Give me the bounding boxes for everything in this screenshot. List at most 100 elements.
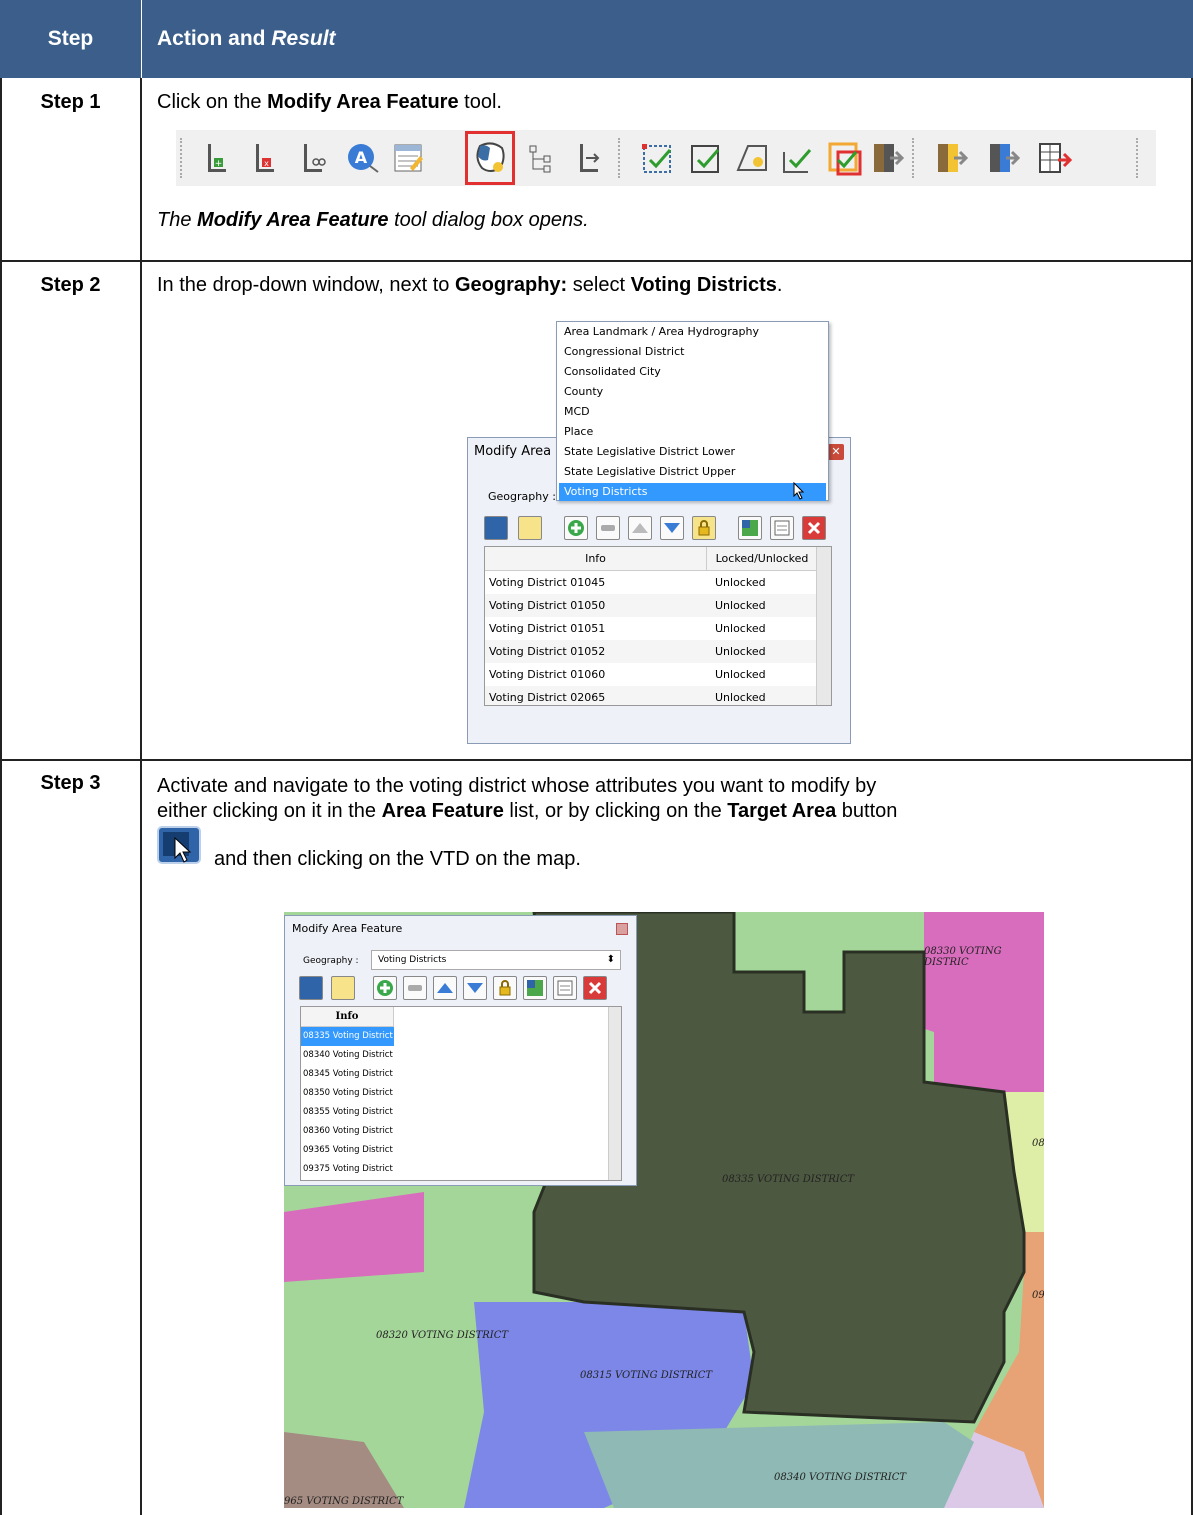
district-label: 08330 VOTING DISTRIC [924,946,1002,968]
node-icon[interactable] [570,138,610,178]
row-status: Unlocked [715,599,766,612]
dropdown-option[interactable]: Congressional District [564,342,684,362]
editing-toolbar: + x A [176,130,1156,186]
validate-2-icon[interactable] [686,138,726,178]
add-line-icon[interactable]: + [200,138,240,178]
target-area-button[interactable] [299,976,323,1000]
step-1-result: The Modify Area Feature tool dialog box … [157,209,589,231]
step-3-line-1: Activate and navigate to the voting dist… [157,775,877,797]
add-button[interactable] [373,976,397,1000]
geography-label: Geography : [488,490,556,503]
dropdown-option[interactable]: Place [564,422,593,442]
table-row[interactable]: Voting District 01045 Unlocked [485,571,817,594]
district-label: 08315 VOTING DISTRICT [580,1370,713,1381]
list-item[interactable]: 08355 Voting District [301,1103,394,1122]
info-header[interactable]: Info [301,1007,394,1027]
list-item[interactable]: 08345 Voting District [301,1065,394,1084]
step-2-label: Step 2 [40,274,101,296]
target-area-icon [157,826,201,864]
step-3-line-3: and then clicking on the VTD on the map. [214,848,581,870]
move-up-button[interactable] [433,976,457,1000]
geography-label: Geography : [303,956,359,966]
table-export-icon[interactable] [1034,138,1074,178]
export-icon[interactable] [932,138,972,178]
attributes-button[interactable] [770,516,794,540]
move-up-button[interactable] [628,516,652,540]
label-icon[interactable]: A [342,138,382,178]
step-3-line-2: either clicking on it in the Area Featur… [157,800,898,822]
toolbar-end [1136,138,1142,178]
dropdown-option[interactable]: County [564,382,603,402]
toolbar-separator [618,138,624,178]
add-button[interactable] [564,516,588,540]
dropdown-option-selected[interactable]: Voting Districts [564,482,647,502]
shape-icon[interactable] [732,138,772,178]
select-tool-button[interactable] [331,976,355,1000]
dropdown-option[interactable]: Consolidated City [564,362,661,382]
table-row[interactable]: Voting District 02065 Unlocked [485,686,817,705]
close-button[interactable] [616,923,628,935]
list-item[interactable]: 08350 Voting District [301,1084,394,1103]
row-status: Unlocked [715,645,766,658]
validate-icon[interactable] [638,138,678,178]
step-1-text: Click on the Modify Area Feature tool. [157,91,502,113]
geography-dropdown-list[interactable]: Area Landmark / Area Hydrography Congres… [556,321,829,501]
attributes-icon[interactable] [388,138,428,178]
lock-button[interactable] [493,976,517,1000]
dialog-title: Modify Area F [474,444,563,459]
list-item-selected[interactable]: 08335 Voting District [301,1027,394,1046]
delete-line-icon[interactable]: x [248,138,288,178]
attributes-button[interactable] [553,976,577,1000]
target-area-button[interactable] [484,516,508,540]
info-header[interactable]: Info [485,547,707,571]
list-item[interactable]: 09365 Voting District [301,1141,394,1160]
row-status: Unlocked [715,691,766,704]
row-info: Voting District 02065 [489,691,606,704]
table-row[interactable]: Voting District 01060 Unlocked [485,663,817,686]
delete-button[interactable] [583,976,607,1000]
dropdown-option[interactable]: Area Landmark / Area Hydrography [564,322,759,342]
close-button[interactable]: ✕ [828,444,844,460]
district-label: 965 VOTING DISTRICT [284,1496,404,1507]
move-down-button[interactable] [463,976,487,1000]
split-line-icon[interactable] [296,138,336,178]
move-down-button[interactable] [660,516,684,540]
step-2-text: In the drop-down window, next to Geograp… [157,274,783,296]
svg-text:A: A [355,148,368,167]
import-icon[interactable] [868,138,908,178]
dropdown-option[interactable]: State Legislative District Lower [564,442,735,462]
area-feature-list: Info 08335 Voting District 08340 Voting … [300,1006,622,1181]
district-label: 09 [1032,1290,1044,1301]
row-status: Unlocked [715,668,766,681]
review-icon[interactable] [824,138,864,178]
table-row[interactable]: Voting District 01050 Unlocked [485,594,817,617]
table-row[interactable]: Voting District 01051 Unlocked [485,617,817,640]
export-2-icon[interactable] [984,138,1024,178]
list-item[interactable]: 09375 Voting District [301,1160,394,1179]
list-item[interactable]: 08340 Voting District [301,1046,394,1065]
modify-area-feature-icon[interactable] [470,138,510,178]
geography-select[interactable]: Voting Districts ⬍ [371,950,621,970]
svg-text:+: + [215,159,223,169]
remove-button[interactable] [403,976,427,1000]
lock-status-header[interactable]: Locked/Unlocked [707,547,817,571]
delete-button[interactable] [802,516,826,540]
modify-area-dialog-2: Modify Area Feature Geography : Voting D… [284,915,637,1186]
select-tool-button[interactable] [518,516,542,540]
map-button[interactable] [523,976,547,1000]
merge-icon[interactable] [522,138,562,178]
toolbar-separator-2 [912,138,918,178]
list-item[interactable]: 08360 Voting District [301,1122,394,1141]
remove-button[interactable] [596,516,620,540]
header-action: Action and Result [157,27,336,50]
grid-scrollbar[interactable] [816,547,831,705]
check-icon[interactable] [778,138,818,178]
row-info: Voting District 01051 [489,622,606,635]
lock-button[interactable] [692,516,716,540]
list-scrollbar[interactable] [608,1007,621,1180]
map-button[interactable] [738,516,762,540]
dropdown-option[interactable]: MCD [564,402,590,422]
row-divider-1 [0,260,1193,262]
table-row[interactable]: Voting District 01052 Unlocked [485,640,817,663]
dropdown-option[interactable]: State Legislative District Upper [564,462,735,482]
